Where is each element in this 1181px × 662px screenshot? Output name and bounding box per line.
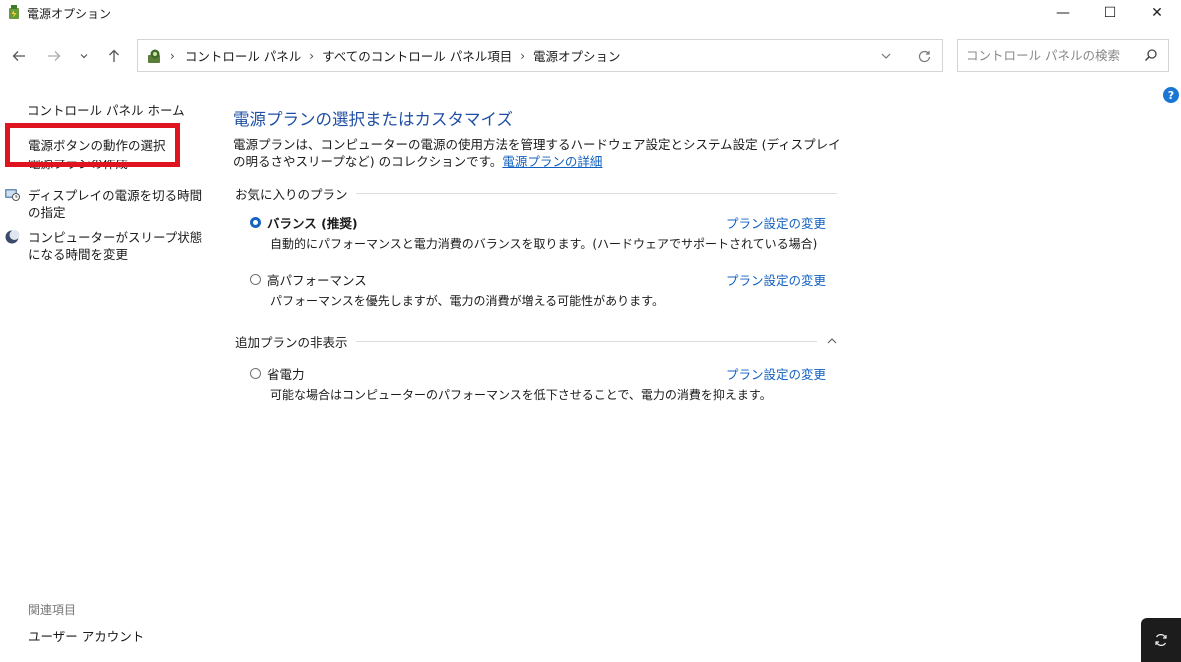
plan-power-saver-description: 可能な場合はコンピューターのパフォーマンスを低下させることで、電力の消費を抑えま… [270, 388, 772, 402]
hidden-plans-group-header[interactable]: 追加プランの非表示 [235, 332, 837, 351]
forward-arrow-icon [48, 51, 61, 61]
window-title: 電源オプション [27, 7, 112, 21]
sync-button[interactable] [1141, 618, 1181, 662]
refresh-button[interactable] [914, 46, 934, 66]
power-options-icon [9, 5, 19, 19]
plan-power-saver-name[interactable]: 省電力 [267, 364, 305, 383]
address-bar[interactable]: › コントロール パネル › すべてのコントロール パネル項目 › 電源オプショ… [137, 39, 943, 72]
divider [355, 340, 817, 342]
plan-high-performance-description: パフォーマンスを優先しますが、電力の消費が増える可能性があります。 [270, 294, 664, 308]
plan-balanced-description: 自動的にパフォーマンスと電力消費のバランスを取ります。(ハードウェアでサポートさ… [270, 237, 818, 251]
favorites-heading: お気に入りのプラン [235, 186, 348, 202]
chevron-down-icon [881, 53, 891, 59]
refresh-icon [918, 50, 930, 62]
back-button[interactable] [8, 44, 30, 68]
close-icon: ✕ [1151, 5, 1163, 21]
user-accounts-link[interactable]: ユーザー アカウント [28, 626, 144, 645]
power-plan-details-link[interactable]: 電源プランの詳細 [502, 154, 602, 169]
address-dropdown-button[interactable] [876, 46, 896, 66]
page-description: 電源プランは、コンピューターの電源の使用方法を管理するハードウェア設定とシステム… [233, 136, 843, 170]
breadcrumb-separator-icon[interactable]: › [309, 49, 314, 63]
breadcrumb-control-panel[interactable]: コントロール パネル [185, 46, 301, 65]
plan-high-performance-settings-link[interactable]: プラン設定の変更 [726, 270, 826, 289]
related-items-heading: 関連項目 [28, 603, 77, 617]
maximize-icon: ☐ [1103, 5, 1117, 21]
plan-balanced-radio[interactable] [250, 217, 261, 228]
minimize-icon: — [1056, 5, 1070, 21]
page-title: 電源プランの選択またはカスタマイズ [233, 110, 514, 129]
maximize-button[interactable]: ☐ [1087, 0, 1133, 26]
control-panel-home-link[interactable]: コントロール パネル ホーム [27, 100, 185, 119]
plan-high-performance-radio[interactable] [250, 274, 261, 285]
search-icon[interactable] [1144, 48, 1158, 62]
recent-locations-button[interactable] [76, 44, 92, 68]
hidden-plans-heading[interactable]: 追加プランの非表示 [235, 332, 348, 351]
plan-high-performance-name[interactable]: 高パフォーマンス [267, 270, 367, 289]
breadcrumb-all-items[interactable]: すべてのコントロール パネル項目 [322, 46, 512, 65]
back-arrow-icon [12, 51, 25, 61]
breadcrumb-separator-icon: › [170, 48, 175, 63]
sleep-time-link[interactable]: コンピューターがスリープ状態になる時間を変更 [28, 229, 208, 263]
search-input[interactable]: コントロール パネルの検索 [966, 40, 1120, 71]
chevron-down-icon [80, 54, 88, 59]
display-power-icon [5, 189, 20, 201]
help-icon[interactable]: ? [1163, 87, 1179, 103]
up-arrow-icon [109, 49, 119, 62]
plan-balanced-settings-link[interactable]: プラン設定の変更 [726, 213, 826, 232]
sync-icon [1155, 634, 1167, 646]
search-box[interactable]: コントロール パネルの検索 [957, 39, 1169, 72]
sleep-moon-icon [5, 230, 20, 244]
divider [355, 192, 837, 194]
up-button[interactable] [103, 44, 125, 68]
plan-power-saver-radio[interactable] [250, 368, 261, 379]
close-button[interactable]: ✕ [1134, 0, 1180, 26]
plan-power-saver-settings-link[interactable]: プラン設定の変更 [726, 364, 826, 383]
display-off-time-link[interactable]: ディスプレイの電源を切る時間の指定 [28, 187, 208, 221]
breadcrumb-separator-icon[interactable]: › [520, 49, 525, 63]
minimize-button[interactable]: — [1040, 0, 1086, 26]
title-bar: 電源オプション — ☐ ✕ [0, 0, 1181, 28]
breadcrumb-power-options[interactable]: 電源オプション [533, 46, 621, 65]
plan-balanced-name[interactable]: バランス (推奨) [267, 213, 358, 232]
favorites-group-header: お気に入りのプラン [235, 185, 837, 202]
control-panel-icon [148, 49, 160, 63]
breadcrumb: › コントロール パネル › すべてのコントロール パネル項目 › 電源オプショ… [168, 40, 621, 71]
forward-button[interactable] [43, 44, 65, 68]
highlight-annotation [5, 123, 180, 167]
chevron-up-icon[interactable] [827, 338, 837, 344]
